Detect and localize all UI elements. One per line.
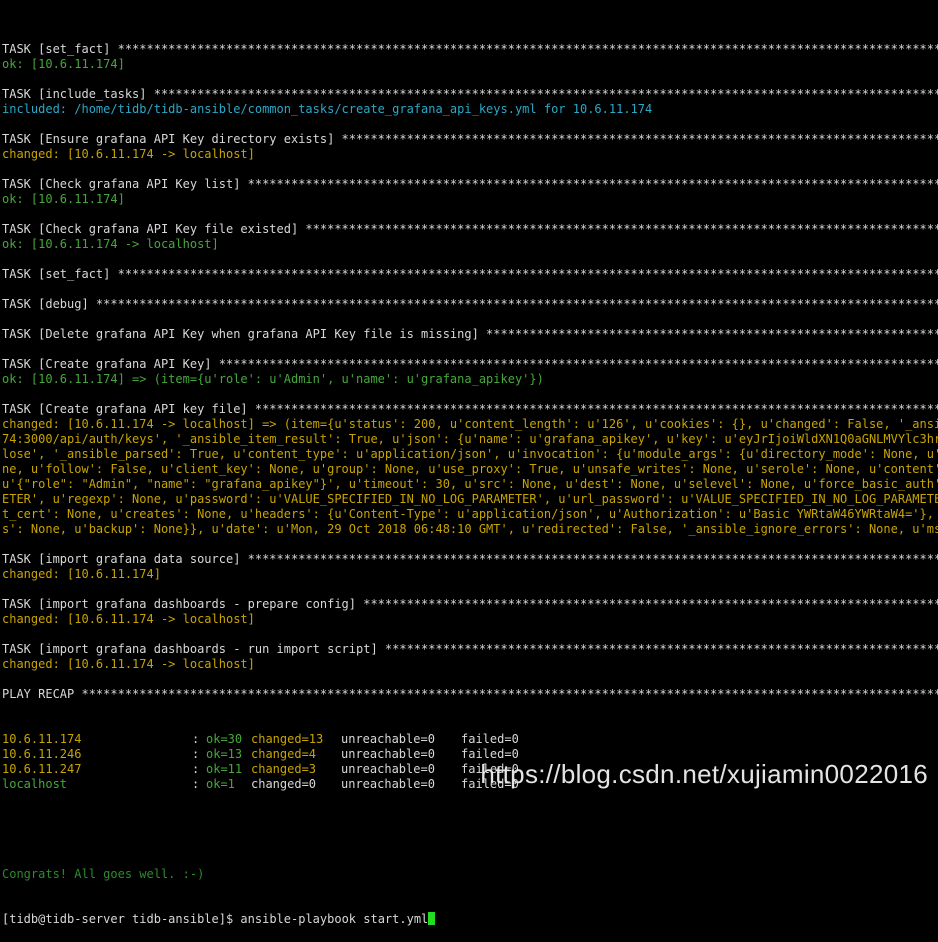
watermark-url: https://blog.csdn.net/xujiamin0022016 — [480, 759, 928, 789]
task-result-line: changed: [10.6.11.174 -> localhost] — [2, 147, 255, 161]
task-result-line: changed: [10.6.11.174 -> localhost] — [2, 612, 255, 626]
recap-separator: : — [192, 762, 200, 776]
task-header-line: TASK [Check grafana API Key list] ******… — [2, 177, 938, 191]
recap-ok-count: ok=1 — [206, 777, 235, 791]
log-lines: TASK [set_fact] ************************… — [2, 42, 938, 702]
task-header-line: TASK [import grafana dashboards - prepar… — [2, 597, 938, 611]
task-result-line: u'{"role": "Admin", "name": "grafana_api… — [2, 477, 938, 491]
task-header-line: TASK [set_fact] ************************… — [2, 267, 938, 281]
task-result-line: ETER', u'regexp': None, u'password': u'V… — [2, 492, 938, 506]
task-header-line: TASK [Ensure grafana API Key directory e… — [2, 132, 938, 146]
recap-changed-count: changed=3 — [251, 762, 317, 776]
recap-unreachable-count: unreachable=0 — [341, 747, 435, 761]
recap-changed-count: changed=4 — [251, 747, 317, 761]
recap-unreachable-count: unreachable=0 — [341, 732, 435, 746]
task-header-line: TASK [include_tasks] *******************… — [2, 87, 938, 101]
task-result-line: 74:3000/api/auth/keys', '_ansible_item_r… — [2, 432, 938, 446]
recap-ok-count: ok=13 — [206, 747, 243, 761]
recap-host: 10.6.11.246 — [2, 747, 82, 761]
command-prompt-line[interactable]: [tidb@tidb-server tidb-ansible]$ ansible… — [2, 912, 938, 927]
recap-separator: : — [192, 732, 200, 746]
terminal-output[interactable]: TASK [set_fact] ************************… — [2, 12, 938, 942]
recap-separator: : — [192, 747, 200, 761]
task-header-line: TASK [import grafana data source] ******… — [2, 552, 938, 566]
task-result-line: t_cert': None, u'creates': None, u'heade… — [2, 507, 938, 521]
task-header-line: TASK [Check grafana API Key file existed… — [2, 222, 938, 236]
task-result-line: changed: [10.6.11.174 -> localhost] => (… — [2, 417, 938, 431]
recap-changed-count: changed=13 — [251, 732, 324, 746]
congrats-message: Congrats! All goes well. :-) — [2, 867, 205, 881]
recap-unreachable-count: unreachable=0 — [341, 762, 435, 776]
task-header-line: TASK [Create grafana API key file] *****… — [2, 402, 938, 416]
task-result-line: ok: [10.6.11.174] => (item={u'role': u'A… — [2, 372, 544, 386]
task-result-line: lose', '_ansible_parsed': True, u'conten… — [2, 447, 938, 461]
task-result-line: ok: [10.6.11.174] — [2, 57, 125, 71]
shell-prompt: [tidb@tidb-server tidb-ansible]$ — [2, 912, 241, 926]
recap-failed-count: failed=0 — [461, 732, 519, 746]
task-result-line: ok: [10.6.11.174 -> localhost] — [2, 237, 219, 251]
task-result-line: ok: [10.6.11.174] — [2, 192, 125, 206]
task-result-line: s': None, u'backup': None}}, u'date': u'… — [2, 522, 938, 536]
recap-host: 10.6.11.174 — [2, 732, 82, 746]
task-header-line: PLAY RECAP *****************************… — [2, 687, 938, 701]
recap-host: 10.6.11.247 — [2, 762, 82, 776]
recap-row: 10.6.11.174: ok=30 changed=13 unreachable=0… — [2, 732, 938, 747]
task-header-line: TASK [debug] ***************************… — [2, 297, 938, 311]
task-header-line: TASK [import grafana dashboards - run im… — [2, 642, 938, 656]
recap-unreachable-count: unreachable=0 — [341, 777, 435, 791]
cursor-icon — [428, 912, 436, 925]
task-result-line: changed: [10.6.11.174 -> localhost] — [2, 657, 255, 671]
recap-separator: : — [192, 777, 200, 791]
task-result-line: changed: [10.6.11.174] — [2, 567, 161, 581]
task-header-line: TASK [set_fact] ************************… — [2, 42, 938, 56]
task-result-line: included: /home/tidb/tidb-ansible/common… — [2, 102, 653, 116]
task-header-line: TASK [Create grafana API Key] **********… — [2, 357, 938, 371]
command-input[interactable]: ansible-playbook start.yml — [240, 912, 428, 926]
task-result-line: ne, u'follow': False, u'client_key': Non… — [2, 462, 938, 476]
recap-host: localhost — [2, 777, 68, 791]
task-header-line: TASK [Delete grafana API Key when grafan… — [2, 327, 938, 341]
recap-changed-count: changed=0 — [251, 777, 317, 791]
recap-ok-count: ok=11 — [206, 762, 243, 776]
recap-ok-count: ok=30 — [206, 732, 243, 746]
